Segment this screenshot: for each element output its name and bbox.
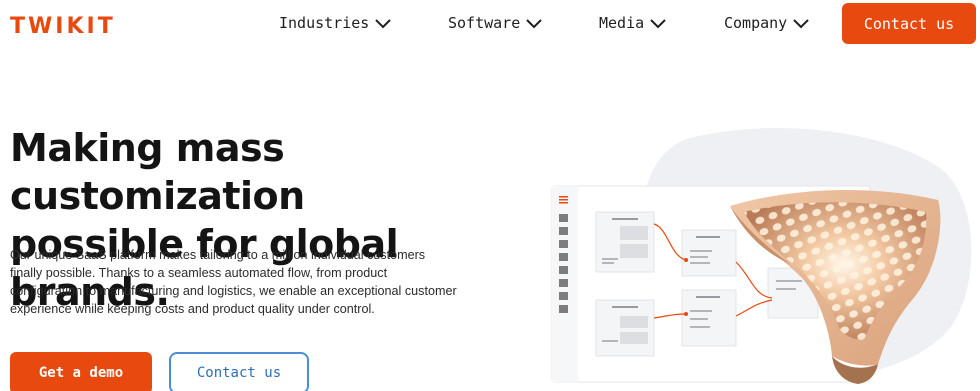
nav-item-label: Media [599,14,645,32]
hero-contact-button[interactable]: Contact us [169,352,309,391]
nav-software[interactable]: Software [448,14,542,32]
chevron-down-icon [375,19,392,29]
nav-contact-button[interactable]: Contact us [842,3,976,44]
hero-title-line: Making mass customization [10,126,305,218]
chevron-down-icon [526,19,542,29]
get-demo-button[interactable]: Get a demo [10,352,152,391]
chevron-down-icon [793,19,809,29]
flow-node [681,289,737,347]
nav-industries[interactable]: Industries [279,14,392,32]
nav-item-label: Software [448,14,521,32]
nav-company[interactable]: Company [724,14,809,32]
hero-description: Our unique SaaS platform makes tailoring… [10,248,457,316]
nav-media[interactable]: Media [599,14,666,32]
nav-item-label: Company [724,14,788,32]
platform-illustration [551,128,972,384]
twikit-logo[interactable]: TWIKIT [10,14,116,39]
hamburger-icon [559,196,568,204]
chevron-down-icon [650,19,666,29]
flow-node [681,229,737,277]
flow-node [595,211,655,273]
flow-node [595,299,655,357]
nav-item-label: Industries [279,14,370,32]
